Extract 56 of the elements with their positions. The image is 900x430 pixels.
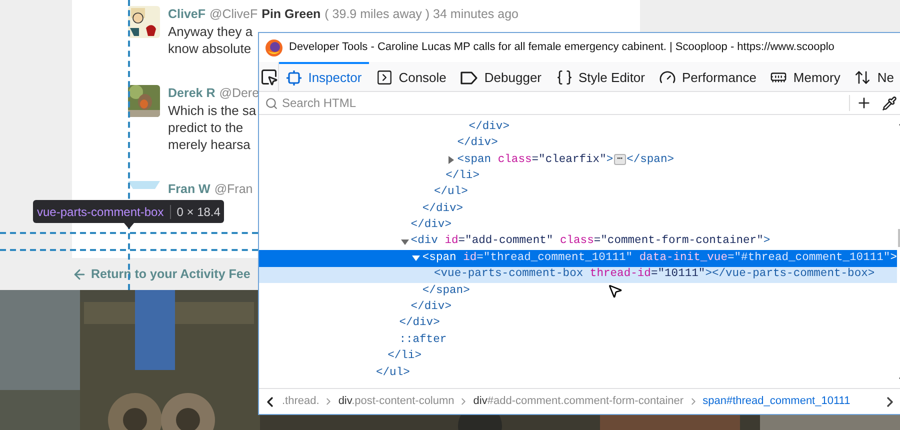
markup-line[interactable]: </div> (259, 217, 897, 234)
inspector-icon (286, 70, 302, 86)
return-link[interactable]: Return to your Activity Fee (91, 264, 250, 284)
eyedropper-icon[interactable] (882, 96, 897, 110)
tab[interactable]: Style Editor (548, 62, 652, 91)
tab[interactable]: Memory (763, 62, 848, 91)
markup-line[interactable]: </ul> (259, 364, 897, 382)
markup-line[interactable]: </li> (259, 168, 897, 185)
braces-icon (556, 69, 573, 86)
pick-element-icon (260, 68, 278, 86)
markup-line[interactable]: </li> (259, 348, 897, 365)
breadcrumb[interactable]: .thread. (282, 393, 320, 410)
pick-element-button[interactable] (259, 62, 280, 91)
comment-text: Anyway they a know absolute (168, 23, 253, 57)
author-handle: @Dere (219, 85, 260, 102)
toggle-arrow-icon[interactable] (400, 238, 409, 246)
toggle-arrow-icon[interactable] (412, 254, 420, 262)
author-name[interactable]: Derek R (168, 85, 216, 102)
markup-line[interactable]: </div> (259, 316, 897, 332)
author-location: Pin Green (262, 6, 321, 23)
markup-line[interactable]: <span class="clearfix"> ⋯ </span> (259, 152, 897, 168)
console-icon (376, 69, 393, 86)
author-name[interactable]: Fran W (168, 181, 210, 198)
add-icon[interactable] (856, 95, 872, 111)
tag-icon (460, 70, 478, 84)
markup-line[interactable]: </div> (259, 119, 897, 136)
tab[interactable]: Ne (847, 62, 900, 91)
breadcrumb[interactable]: div.post-content-column (338, 393, 454, 410)
markup-line[interactable]: </ul> (259, 184, 897, 201)
comment-meta: ( 39.9 miles away ) 34 minutes ago (324, 6, 519, 23)
tooltip-size: 0 × 18.4 (176, 204, 220, 218)
markup-line[interactable]: <div id="add-comment" class="comment-form-container"> (259, 234, 897, 250)
window-title: Developer Tools - Caroline Lucas MP calls for all female emergency cabinent. | Scooploop - https://www.scooplo (289, 40, 834, 56)
tab[interactable]: Debugger (453, 62, 549, 91)
search-field[interactable]: Search HTML (282, 94, 582, 112)
tab[interactable]: Inspector (279, 62, 369, 91)
comment-text: Which is the sa predict to the merely hearsa (168, 102, 256, 153)
breadcrumb[interactable]: span#thread_comment_10111 (702, 393, 850, 410)
markup-line[interactable]: ::after (259, 332, 897, 348)
author-handle: @Fran (214, 181, 253, 198)
gauge-icon (659, 69, 676, 86)
author-handle: @CliveF (210, 6, 258, 23)
browser-logo-icon (265, 38, 283, 56)
markup-line[interactable]: </div> (259, 200, 897, 218)
tab[interactable]: Console (368, 62, 454, 91)
toggle-arrow-icon[interactable] (447, 156, 456, 164)
markup-line[interactable]: </div> (259, 135, 897, 152)
markup-line[interactable]: </div> (259, 299, 897, 316)
cursor-icon (607, 283, 623, 299)
tooltip-tag: vue-parts-comment-box (37, 204, 171, 218)
author-name[interactable]: CliveF (168, 6, 206, 23)
up-down-arrows-icon (854, 69, 872, 86)
breadcrumb[interactable]: div#add-comment.comment-form-container (473, 393, 684, 410)
search-icon (265, 96, 278, 110)
markup-line[interactable]: </span> (259, 282, 897, 300)
tab[interactable]: Performance (652, 62, 764, 91)
